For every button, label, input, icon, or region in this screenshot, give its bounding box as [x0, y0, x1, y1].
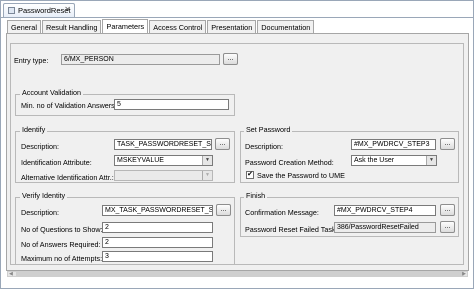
- editor-tab-divider: [1, 17, 474, 18]
- scroll-left-icon[interactable]: ◀: [9, 271, 13, 277]
- identify-description-label: Description:: [21, 142, 59, 151]
- reset-failed-task-label: Password Reset Failed Task:: [245, 225, 338, 234]
- task-icon: [8, 7, 15, 14]
- finish-title: Finish: [244, 191, 268, 200]
- entry-type-field[interactable]: 6/MX_PERSON: [61, 54, 220, 65]
- chevron-down-icon[interactable]: ▼: [202, 171, 212, 180]
- questions-to-show-label: No of Questions to Show:: [21, 225, 103, 234]
- section-tabs: General Result Handling Parameters Acces…: [7, 19, 315, 33]
- alternative-identification-combo[interactable]: ▼: [114, 170, 213, 181]
- tab-parameters[interactable]: Parameters: [102, 19, 149, 33]
- scrollbar-thumb[interactable]: [16, 272, 464, 276]
- answers-required-input[interactable]: 2: [102, 237, 213, 248]
- min-validation-answers-input[interactable]: 5: [114, 99, 229, 110]
- tab-documentation[interactable]: Documentation: [257, 20, 315, 33]
- reset-failed-task-field[interactable]: 386/PasswordResetFailed: [334, 222, 436, 233]
- alternative-identification-label: Alternative Identification Attr.:: [21, 173, 114, 182]
- tab-result-handling[interactable]: Result Handling: [41, 20, 102, 33]
- save-password-checkbox[interactable]: ✔: [246, 171, 254, 179]
- scroll-right-icon[interactable]: ▶: [462, 271, 466, 277]
- close-icon[interactable]: ✕: [64, 5, 71, 14]
- tab-presentation[interactable]: Presentation: [207, 20, 257, 33]
- verify-description-input[interactable]: MX_TASK_PASSWORDRESET_STEP2: [102, 205, 213, 216]
- min-validation-answers-label: Min. no of Validation Answers:: [21, 101, 117, 110]
- password-creation-method-value: Ask the User: [354, 157, 395, 164]
- horizontal-scrollbar[interactable]: ◀ ▶: [7, 271, 468, 277]
- chevron-down-icon[interactable]: ▼: [426, 156, 436, 165]
- identify-description-input[interactable]: TASK_PASSWORDRESET_STEP1: [114, 139, 212, 150]
- identify-description-browse-button[interactable]: ...: [215, 138, 230, 150]
- set-password-description-input[interactable]: #MX_PWDRCV_STEP3: [351, 139, 436, 150]
- verify-identity-title: Verify Identity: [20, 191, 68, 200]
- editor-window: PasswordReset ✕ General Result Handling …: [0, 0, 474, 289]
- max-attempts-label: Maximum no of Attempts:: [21, 254, 103, 263]
- set-password-description-label: Description:: [245, 142, 283, 151]
- editor-tab-title: PasswordReset: [18, 6, 71, 15]
- editor-tab-passwordreset[interactable]: PasswordReset ✕: [3, 3, 75, 17]
- entry-type-label: Entry type:: [14, 56, 49, 65]
- confirmation-message-input[interactable]: #MX_PWDRCV_STEP4: [334, 205, 436, 216]
- account-validation-title: Account Validation: [20, 88, 84, 97]
- max-attempts-input[interactable]: 3: [102, 251, 213, 262]
- tab-general[interactable]: General: [7, 20, 41, 33]
- confirmation-message-label: Confirmation Message:: [245, 208, 319, 217]
- reset-failed-task-browse-button[interactable]: ...: [440, 221, 455, 233]
- set-password-description-browse-button[interactable]: ...: [440, 138, 455, 150]
- confirmation-message-browse-button[interactable]: ...: [440, 204, 455, 216]
- set-password-title: Set Password: [244, 125, 293, 134]
- password-creation-method-combo[interactable]: Ask the User ▼: [351, 155, 437, 166]
- password-creation-method-label: Password Creation Method:: [245, 158, 334, 167]
- identify-title: Identify: [20, 125, 48, 134]
- identification-attribute-value: MSKEYVALUE: [117, 157, 164, 164]
- save-password-label: Save the Password to UME: [257, 171, 345, 180]
- identification-attribute-label: Identification Attribute:: [21, 158, 92, 167]
- answers-required-label: No of Answers Required:: [21, 240, 101, 249]
- questions-to-show-input[interactable]: 2: [102, 222, 213, 233]
- tab-access-control[interactable]: Access Control: [149, 20, 207, 33]
- entry-type-browse-button[interactable]: ...: [223, 53, 238, 65]
- identification-attribute-combo[interactable]: MSKEYVALUE ▼: [114, 155, 213, 166]
- verify-description-browse-button[interactable]: ...: [216, 204, 231, 216]
- verify-description-label: Description:: [21, 208, 59, 217]
- chevron-down-icon[interactable]: ▼: [202, 156, 212, 165]
